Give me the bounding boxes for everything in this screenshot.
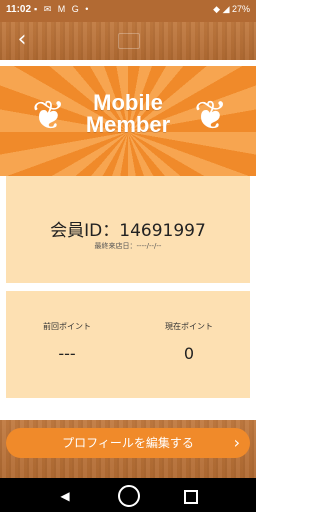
wifi-icon: ◆ ◢ bbox=[213, 4, 232, 14]
member-id: 会員ID：14691997 bbox=[50, 221, 206, 241]
nav-back-icon[interactable]: ◀ bbox=[55, 486, 75, 506]
previous-points: 前回ポイント --- bbox=[6, 321, 128, 363]
edit-profile-button[interactable]: プロフィールを編集する › bbox=[6, 428, 250, 458]
back-button[interactable]: ‹ bbox=[8, 26, 36, 54]
hero-banner: ❦ Mobile Member ❦ bbox=[0, 66, 256, 176]
current-points-label: 現在ポイント bbox=[165, 322, 213, 331]
current-points: 現在ポイント 0 bbox=[128, 321, 250, 363]
points-card: 前回ポイント --- 現在ポイント 0 bbox=[6, 291, 250, 398]
battery-level: 27% bbox=[231, 4, 250, 14]
laurel-right-icon: ❦ bbox=[194, 93, 228, 139]
notification-icons: ▪ ✉ M G • bbox=[34, 4, 91, 14]
previous-points-label: 前回ポイント bbox=[43, 322, 91, 331]
nav-home-icon[interactable] bbox=[118, 485, 140, 507]
member-card: 会員ID：14691997 最終来店日：----/--/-- bbox=[6, 176, 250, 283]
battery-indicator: ◆ ◢ 27% bbox=[213, 4, 250, 15]
clock: 11:02 bbox=[6, 4, 32, 15]
last-visit-date: 最終来店日：----/--/-- bbox=[94, 242, 162, 250]
nav-recents-icon[interactable] bbox=[184, 490, 198, 504]
system-nav-bar: ◀ bbox=[0, 478, 256, 512]
chevron-right-icon: › bbox=[233, 433, 240, 452]
chevron-left-icon: ‹ bbox=[17, 27, 27, 52]
logo-icon bbox=[118, 33, 140, 49]
hero-title-text: Mobile Member bbox=[85, 90, 171, 137]
previous-points-value: --- bbox=[58, 344, 76, 363]
edit-profile-label: プロフィールを編集する bbox=[62, 436, 194, 450]
current-points-value: 0 bbox=[183, 344, 195, 363]
status-bar: 11:02 ▪ ✉ M G • ◆ ◢ 27% bbox=[0, 0, 256, 22]
